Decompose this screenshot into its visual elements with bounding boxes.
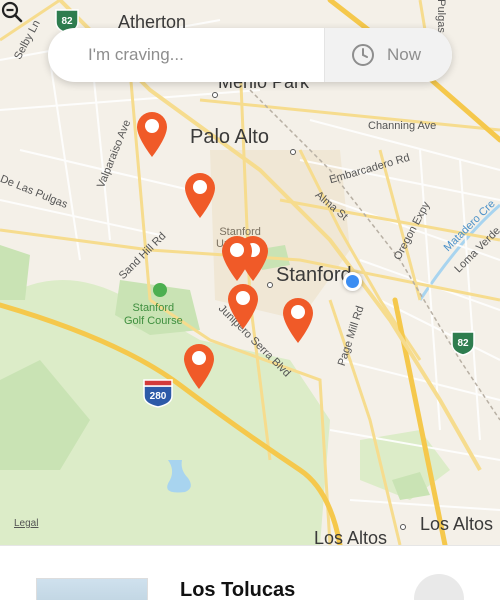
restaurant-pin-icon[interactable] [220, 234, 254, 282]
search-input[interactable] [48, 28, 324, 82]
street-label-channing: Channing Ave [368, 120, 437, 132]
city-label-los-altos-east: Los Altos [420, 514, 494, 534]
restaurant-pin-icon[interactable] [183, 171, 217, 219]
golf-icon [153, 283, 167, 297]
restaurant-pin-icon[interactable] [182, 342, 216, 390]
interstate-280-shield-icon: 280 [143, 379, 173, 408]
place-dot [267, 282, 273, 288]
shield-number: 82 [457, 338, 469, 349]
city-label-palo-alto: Palo Alto [190, 126, 269, 148]
street-label-pulgas: Pulgas [434, 0, 447, 33]
zoom-out-icon[interactable] [0, 0, 24, 24]
poi-label-line-2: Golf Course [124, 315, 183, 327]
poi-label-stanford-golf: Stanford Golf Course [124, 302, 183, 328]
place-dot [400, 524, 406, 530]
shield-number: 280 [150, 391, 167, 402]
legal-link[interactable]: Legal [14, 518, 38, 529]
place-dot [290, 149, 296, 155]
clock-icon [352, 44, 374, 66]
time-picker-label: Now [387, 45, 422, 64]
result-thumbnail[interactable] [36, 578, 148, 600]
shield-number: 82 [61, 16, 73, 27]
city-label-stanford: Stanford [276, 264, 352, 286]
time-picker-button[interactable]: Now [324, 28, 452, 82]
result-sheet[interactable]: Los Tolucas [0, 545, 500, 600]
restaurant-pin-icon[interactable] [226, 282, 260, 330]
restaurant-pin-icon[interactable] [281, 296, 315, 344]
current-location-dot [343, 272, 362, 291]
place-dot [212, 92, 218, 98]
poi-label-line-1: Stanford [132, 302, 175, 314]
search-bar: Now [48, 28, 452, 82]
result-title[interactable]: Los Tolucas [180, 579, 295, 600]
highway-82-shield-icon: 82 [451, 331, 475, 356]
restaurant-pin-icon[interactable] [135, 110, 169, 158]
city-label-los-altos-south: Los Altos [314, 528, 388, 545]
result-action-button[interactable] [414, 574, 464, 600]
